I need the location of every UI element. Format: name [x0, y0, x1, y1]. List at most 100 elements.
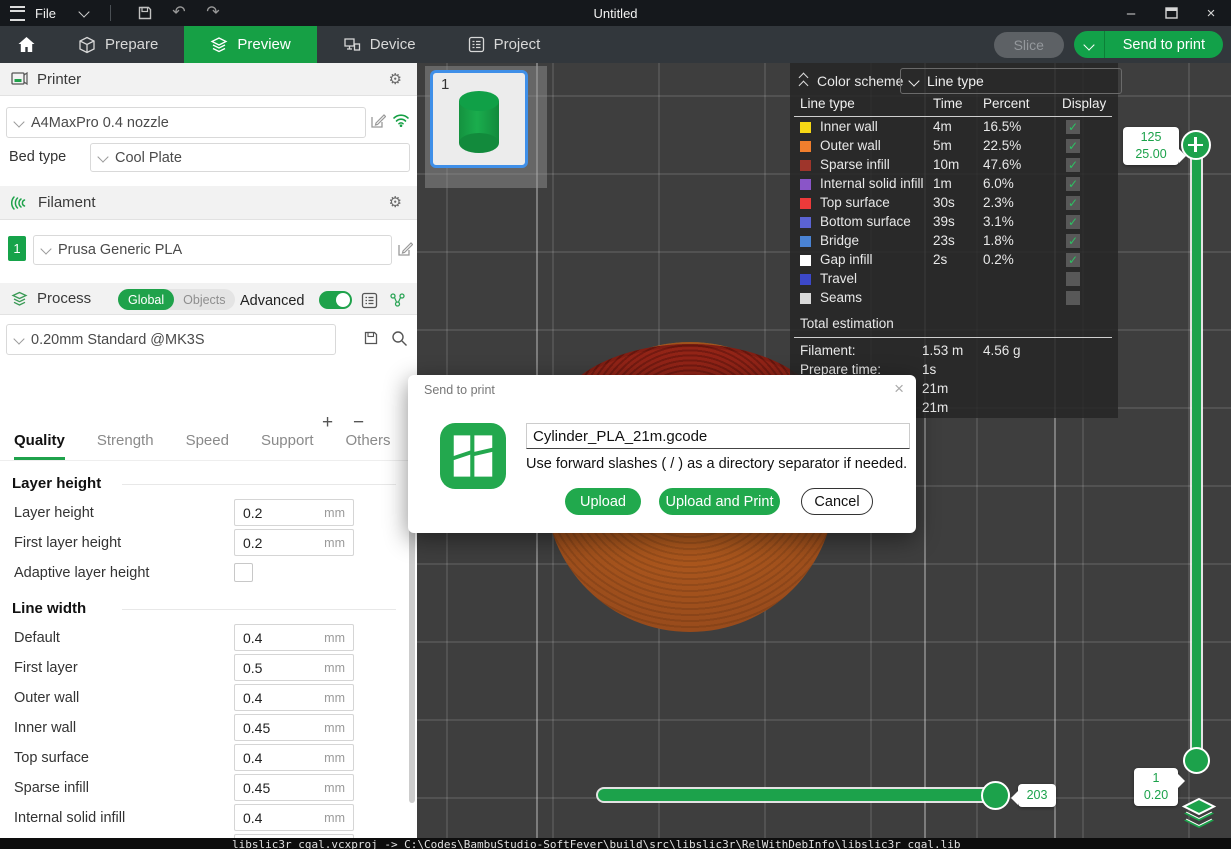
tab-others[interactable]: Others [346, 426, 391, 460]
chevron-down-icon [13, 333, 24, 344]
color-scheme-select[interactable]: Line type [900, 68, 1122, 94]
linetype-percent: 22.5% [983, 138, 1021, 153]
display-checkbox[interactable] [1066, 158, 1080, 172]
tab-preview-label: Preview [237, 36, 290, 53]
file-menu[interactable]: File [35, 6, 56, 21]
save-icon[interactable] [133, 3, 157, 23]
layer-slider-bottom-handle[interactable] [1183, 747, 1210, 774]
bed-type-label: Bed type [9, 149, 66, 165]
linetype-color-swatch [800, 179, 811, 190]
setting-input[interactable]: 0.2mm [234, 529, 354, 556]
move-slider-handle[interactable] [981, 781, 1010, 810]
display-checkbox[interactable] [1066, 139, 1080, 153]
layers-view-icon[interactable] [1180, 797, 1218, 833]
setting-value: 0.2 [243, 505, 324, 521]
display-checkbox[interactable] [1066, 234, 1080, 248]
printer-host-logo [440, 423, 506, 489]
tab-speed[interactable]: Speed [186, 426, 229, 460]
close-button[interactable]: × [1191, 0, 1231, 26]
tab-support[interactable]: Support [261, 426, 314, 460]
linetype-label: Outer wall [820, 138, 881, 153]
setting-row: Outer wall0.4mm [0, 683, 404, 713]
collapse-panel-icon[interactable] [800, 74, 807, 89]
move-slider-tooltip: 203 [1018, 784, 1056, 807]
chevron-down-icon [40, 243, 51, 254]
slice-button[interactable]: Slice [994, 32, 1064, 58]
setting-label: First layer height [14, 535, 121, 551]
tab-device[interactable]: Device [317, 26, 442, 63]
display-checkbox[interactable] [1066, 291, 1080, 305]
edit-filament-icon[interactable] [396, 240, 414, 258]
move-slider-track[interactable] [598, 789, 1008, 801]
dialog-close-icon[interactable]: × [894, 379, 904, 399]
redo-icon[interactable]: ↷ [201, 3, 225, 23]
tab-strength[interactable]: Strength [97, 426, 154, 460]
search-icon[interactable] [390, 329, 408, 347]
tab-project-label: Project [494, 36, 541, 53]
total-label: Filament: [800, 343, 856, 358]
display-checkbox[interactable] [1066, 196, 1080, 210]
linetype-label: Travel [820, 271, 857, 286]
cancel-button[interactable]: Cancel [801, 488, 873, 515]
chevron-down-icon [908, 75, 919, 86]
edit-printer-icon[interactable] [369, 112, 387, 130]
minimize-button[interactable]: – [1111, 0, 1151, 26]
parameter-table-icon[interactable] [388, 291, 406, 309]
wifi-icon[interactable] [392, 111, 410, 129]
printer-settings-gear-icon[interactable]: ⚙ [389, 72, 402, 87]
setting-input[interactable]: 0.4mm [234, 684, 354, 711]
scope-global-button[interactable]: Global [118, 289, 174, 310]
setting-input[interactable]: 0.2mm [234, 499, 354, 526]
setting-checkbox[interactable] [234, 563, 253, 582]
send-to-print-button[interactable]: Send to print [1105, 31, 1223, 58]
setting-input[interactable]: 0.4mm [234, 624, 354, 651]
linetype-label: Inner wall [820, 119, 878, 134]
setting-value: 0.45 [243, 780, 324, 796]
process-preset-select[interactable]: 0.20mm Standard @MK3S [6, 324, 336, 355]
linetype-label: Gap infill [820, 252, 873, 267]
filament-preset-select[interactable]: Prusa Generic PLA [33, 235, 392, 265]
layer-height-value: 25.00 [1123, 146, 1179, 163]
setting-input[interactable]: 0.45mm [234, 714, 354, 741]
tab-project[interactable]: Project [442, 26, 567, 63]
tab-preview[interactable]: Preview [184, 26, 316, 63]
scope-objects-button[interactable]: Objects [174, 293, 234, 307]
setting-input[interactable]: 0.4mm [234, 744, 354, 771]
filename-input[interactable] [526, 423, 910, 449]
filament-slot-badge[interactable]: 1 [8, 236, 26, 261]
filament-section-label: Filament [38, 194, 96, 211]
bed-type-select[interactable]: Cool Plate [90, 143, 410, 172]
parameter-list-icon[interactable] [360, 291, 378, 309]
maximize-button[interactable] [1151, 0, 1191, 26]
home-button[interactable] [0, 26, 52, 63]
col-line-type: Line type [800, 96, 855, 111]
advanced-toggle[interactable] [319, 291, 352, 309]
filament-section-header: Filament + − ⚙ [0, 186, 417, 220]
setting-row: Adaptive layer height [0, 558, 404, 588]
linetype-row: Gap infill2s0.2% [790, 251, 1118, 270]
tab-prepare[interactable]: Prepare [52, 26, 184, 63]
layer-slider-bottom-tooltip: 1 0.20 [1134, 768, 1178, 806]
display-checkbox[interactable] [1066, 272, 1080, 286]
setting-input[interactable]: 0.5mm [234, 654, 354, 681]
undo-icon[interactable]: ↶ [167, 3, 191, 23]
chevron-down-icon[interactable] [78, 6, 89, 17]
display-checkbox[interactable] [1066, 215, 1080, 229]
plate-thumbnail[interactable]: 1 [430, 70, 528, 168]
display-checkbox[interactable] [1066, 177, 1080, 191]
setting-input[interactable]: 0.4mm [234, 804, 354, 831]
filament-settings-gear-icon[interactable]: ⚙ [389, 195, 402, 210]
display-checkbox[interactable] [1066, 253, 1080, 267]
layers-icon [210, 36, 228, 54]
col-time: Time [933, 96, 963, 111]
upload-button[interactable]: Upload [565, 488, 641, 515]
save-preset-icon[interactable] [362, 329, 380, 347]
linetype-row: Internal solid infill1m6.0% [790, 175, 1118, 194]
tab-quality[interactable]: Quality [14, 426, 65, 460]
layer-slider-track[interactable] [1192, 145, 1201, 763]
setting-input[interactable]: 0.45mm [234, 774, 354, 801]
send-dropdown-button[interactable] [1074, 31, 1105, 58]
upload-and-print-button[interactable]: Upload and Print [659, 488, 780, 515]
display-checkbox[interactable] [1066, 120, 1080, 134]
printer-preset-select[interactable]: A4MaxPro 0.4 nozzle [6, 107, 366, 138]
